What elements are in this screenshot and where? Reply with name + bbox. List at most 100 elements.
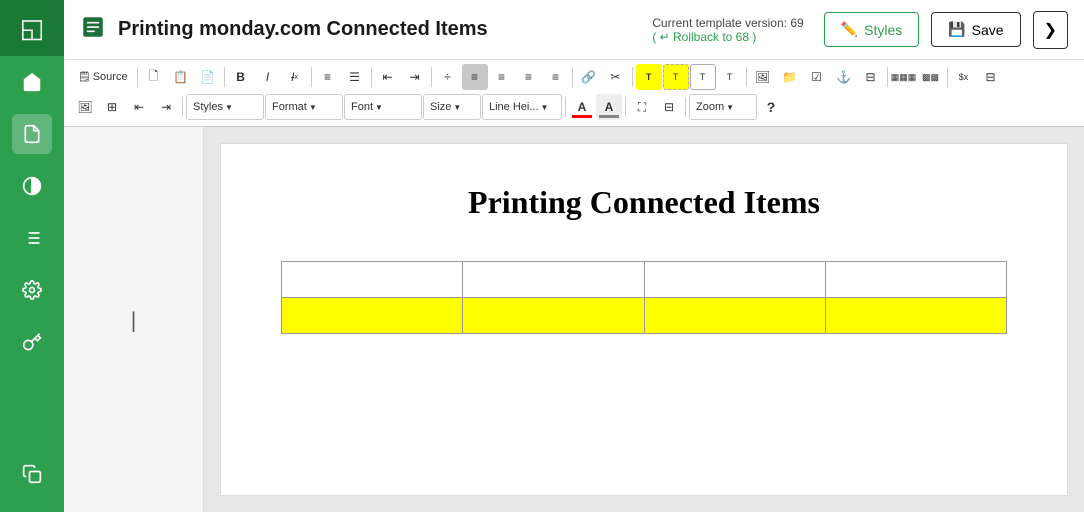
sidebar-item-contrast[interactable] [12,166,52,206]
rollback-link[interactable]: ( ↵ Rollback to 68 ) [652,30,756,44]
table-row [282,262,1007,298]
font-caret: ▼ [375,103,383,112]
tb-anchor[interactable]: ⚓ [831,64,857,90]
font-dropdown[interactable]: Font ▼ [344,94,422,120]
toolbar-separator-3 [311,67,312,87]
tb-bold[interactable]: B [228,64,254,90]
sidebar-logo: ◱ [0,0,64,56]
tb-bg-color[interactable]: A [596,94,622,120]
sidebar-item-key[interactable] [12,322,52,362]
table-row [282,298,1007,334]
toolbar-separator-r2-4 [685,97,686,117]
tb-indent[interactable]: ⇥ [402,64,428,90]
size-caret: ▼ [453,103,461,112]
main-content: Printing monday.com Connected Items Curr… [64,0,1084,512]
styles-caret: ▼ [225,103,233,112]
editor-left-panel[interactable]: | [64,127,204,512]
cursor-indicator: | [127,308,139,332]
tb-barcode[interactable]: ▦▦▦ [891,64,917,90]
tb-div[interactable]: ÷ [435,64,461,90]
toolbar-row-1: 🗒 Source 🗋 📋 📄 B I Ix ≡ ☰ ⇤ ⇥ ÷ ≡ ≡ ≡ ≡ … [72,64,1004,90]
toolbar-separator-2 [224,67,225,87]
lineheight-caret: ▼ [541,103,549,112]
styles-dropdown[interactable]: Styles ▼ [186,94,264,120]
version-info: Current template version: 69 ( ↵ Rollbac… [652,16,803,44]
more-button[interactable]: ❯ [1033,11,1068,49]
tb-text-yellow[interactable]: T [636,64,662,90]
tb-align-right[interactable]: ≡ [516,64,542,90]
source-button[interactable]: 🗒 Source [72,64,134,90]
table-cell-yellow [282,298,463,334]
styles-pen-icon: ✏️ [841,21,858,38]
sidebar-item-copy[interactable] [12,454,52,494]
sidebar-item-settings[interactable] [12,270,52,310]
toolbar-separator-10 [947,67,948,87]
tb-align-left[interactable]: ≡ [462,64,488,90]
save-button[interactable]: 💾 Save [931,12,1020,47]
tb-checkbox[interactable]: ☑ [804,64,830,90]
toolbar-separator-8 [746,67,747,87]
editor-content[interactable]: Printing Connected Items [220,143,1068,496]
sidebar: ◱ [0,0,64,512]
tb-block[interactable]: ⊟ [858,64,884,90]
tb-blocks[interactable]: ⊟ [656,94,682,120]
toolbar-separator-1 [137,67,138,87]
tb-unlink[interactable]: ✂ [603,64,629,90]
tb-fullscreen[interactable]: ⛶ [629,94,655,120]
tb-copy[interactable]: 📋 [168,64,194,90]
tb-text-marker[interactable]: T [663,64,689,90]
sidebar-item-list[interactable] [12,218,52,258]
toolbar-separator-9 [887,67,888,87]
size-dropdown[interactable]: Size ▼ [423,94,481,120]
tb-italic[interactable]: I [255,64,281,90]
table-cell [282,262,463,298]
toolbar-separator-4 [371,67,372,87]
tb-ordered-list[interactable]: ≡ [315,64,341,90]
page-title: Printing monday.com Connected Items [118,18,640,41]
toolbar-separator-r2-3 [625,97,626,117]
tb-help[interactable]: ? [758,94,784,120]
sidebar-item-document[interactable] [12,114,52,154]
source-doc-icon: 🗒 [78,72,91,83]
tb-text-marker3[interactable]: T [717,64,743,90]
table-cell [463,262,644,298]
tb-new-doc[interactable]: 🗋 [141,64,167,90]
tb-paste[interactable]: 📄 [195,64,221,90]
save-floppy-icon: 💾 [948,21,965,38]
logo-icon: ◱ [20,13,45,44]
tb-justify[interactable]: ≡ [543,64,569,90]
tb-align-left-row2[interactable]: ⇤ [126,94,152,120]
version-label: Current template version: 69 [652,16,803,30]
tb-italic-x[interactable]: Ix [282,64,308,90]
tb-image[interactable]: 🖼 [750,64,776,90]
tb-qr[interactable]: ▩▩ [918,64,944,90]
toolbar-separator-6 [572,67,573,87]
tb-outdent[interactable]: ⇤ [375,64,401,90]
table-cell-yellow [644,298,825,334]
tb-image-row2[interactable]: 🖼 [72,94,98,120]
format-dropdown[interactable]: Format ▼ [265,94,343,120]
toolbar-separator-r2-1 [182,97,183,117]
zoom-caret: ▼ [726,103,734,112]
sidebar-bottom [12,448,52,500]
table-cell [644,262,825,298]
toolbar-separator-7 [632,67,633,87]
tb-font-color[interactable]: A [569,94,595,120]
tb-text-marker2[interactable]: T [690,64,716,90]
tb-field[interactable]: $x [951,64,977,90]
editor-area: | Printing Connected Items [64,127,1084,512]
tb-unordered-list[interactable]: ☰ [342,64,368,90]
toolbar-separator-r2-2 [565,97,566,117]
tb-align-right-row2[interactable]: ⇥ [153,94,179,120]
lineheight-dropdown[interactable]: Line Hei... ▼ [482,94,562,120]
tb-flash[interactable]: 📁 [777,64,803,90]
zoom-dropdown[interactable]: Zoom ▼ [689,94,757,120]
tb-align-center[interactable]: ≡ [489,64,515,90]
format-caret: ▼ [309,103,317,112]
tb-link[interactable]: 🔗 [576,64,602,90]
tb-table[interactable]: ⊞ [99,94,125,120]
tb-more[interactable]: ⊟ [978,64,1004,90]
sidebar-item-home[interactable] [12,62,52,102]
styles-button[interactable]: ✏️ Styles [824,12,920,47]
toolbar: 🗒 Source 🗋 📋 📄 B I Ix ≡ ☰ ⇤ ⇥ ÷ ≡ ≡ ≡ ≡ … [64,60,1084,127]
